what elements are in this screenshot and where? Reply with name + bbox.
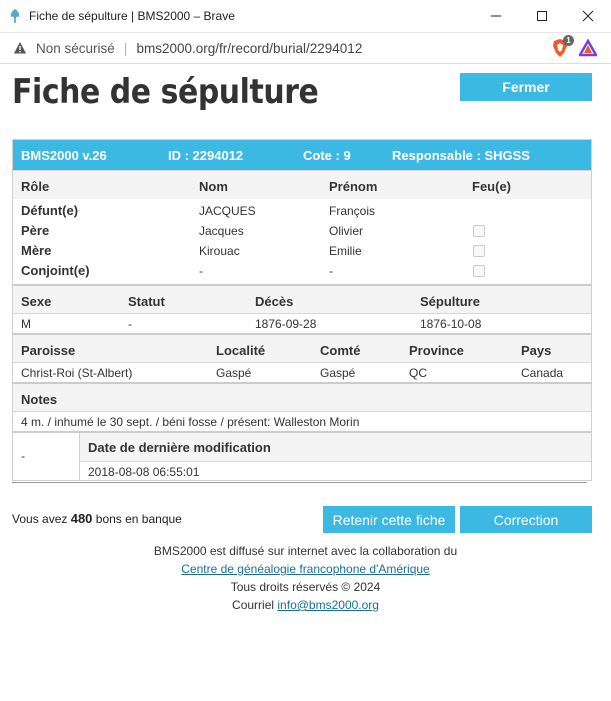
credits-prefix: Vous avez xyxy=(12,512,68,526)
brave-shields-icon[interactable]: 1 xyxy=(551,35,574,58)
col-comte: Comté xyxy=(320,343,361,358)
tree-favicon-icon xyxy=(7,8,23,24)
person-role: Conjoint(e) xyxy=(21,263,90,278)
col-deces: Décès xyxy=(255,294,294,309)
footer-contact: Courriel info@bms2000.org xyxy=(0,596,611,614)
correction-button[interactable]: Correction xyxy=(460,506,592,533)
record-responsable: Responsable : SHGSS xyxy=(392,148,530,163)
shields-count-badge: 1 xyxy=(563,35,574,46)
credits-text: Vous avez 480 bons en banque xyxy=(12,511,182,526)
footer-copyright: Tous droits réservés © 2024 xyxy=(230,580,381,594)
pays-value: Canada xyxy=(521,366,564,380)
person-nom: Kirouac xyxy=(199,244,240,258)
comte-value: Gaspé xyxy=(320,366,356,380)
col-province: Province xyxy=(409,343,464,358)
section-divider xyxy=(12,482,587,483)
record-cote: Cote : 9 xyxy=(303,148,351,163)
modification-right-cell: Date de dernière modification 2018-08-08… xyxy=(80,433,591,480)
statut-value: - xyxy=(128,317,132,331)
col-sexe: Sexe xyxy=(21,294,52,309)
person-row: Défunt(e) JACQUES François xyxy=(13,201,591,221)
modification-date: 2018-08-08 06:55:01 xyxy=(88,465,200,479)
cgfa-link[interactable]: Centre de généalogie francophone d'Améri… xyxy=(181,562,429,576)
sexe-value: M xyxy=(21,317,31,331)
col-prenom: Prénom xyxy=(329,179,378,194)
person-prenom: François xyxy=(329,204,376,218)
person-row: Mère Kirouac Emilie xyxy=(13,241,591,261)
url-text[interactable]: bms2000.org/fr/record/burial/2294012 xyxy=(136,41,551,56)
province-value: QC xyxy=(409,366,427,380)
modification-left-cell: - xyxy=(13,433,80,480)
col-pays: Pays xyxy=(521,343,552,358)
feu-checkbox[interactable] xyxy=(473,225,485,237)
page-content: Fiche de sépulture Fermer BMS2000 v.26 I… xyxy=(0,64,611,701)
feu-checkbox[interactable] xyxy=(473,245,485,257)
col-localite: Localité xyxy=(216,343,266,358)
email-link[interactable]: info@bms2000.org xyxy=(277,598,379,612)
address-bar[interactable]: Non sécurisé | bms2000.org/fr/record/bur… xyxy=(0,33,611,64)
person-role: Défunt(e) xyxy=(21,203,79,218)
credits-suffix: bons en banque xyxy=(95,512,182,526)
notes-header-row: Notes xyxy=(13,382,591,411)
window-title: Fiche de sépulture | BMS2000 – Brave xyxy=(29,9,235,23)
modification-header-row: Date de dernière modification xyxy=(80,433,591,461)
place-data-row: Christ-Roi (St-Albert) Gaspé Gaspé QC Ca… xyxy=(13,362,591,382)
person-prenom: - xyxy=(329,264,333,278)
col-nom: Nom xyxy=(199,179,228,194)
notes-value: 4 m. / inhumé le 30 sept. / béni fosse /… xyxy=(21,415,360,429)
place-header-row: Paroisse Localité Comté Province Pays xyxy=(13,333,591,362)
feu-checkbox[interactable] xyxy=(473,265,485,277)
brave-rewards-icon[interactable] xyxy=(577,38,599,57)
person-prenom: Olivier xyxy=(329,224,364,238)
person-role: Père xyxy=(21,223,50,238)
col-paroisse: Paroisse xyxy=(21,343,76,358)
person-row: Père Jacques Olivier xyxy=(13,221,591,241)
close-window-button[interactable] xyxy=(565,0,611,33)
modification-block: - Date de dernière modification 2018-08-… xyxy=(13,431,591,480)
credits-amount: 480 xyxy=(70,511,93,526)
col-sepulture: Sépulture xyxy=(420,294,480,309)
col-feu: Feu(e) xyxy=(472,179,511,194)
warning-icon[interactable] xyxy=(12,40,28,56)
notes-header: Notes xyxy=(21,392,58,407)
sepulture-value: 1876-10-08 xyxy=(420,317,482,331)
person-prenom: Emilie xyxy=(329,244,362,258)
vital-header-row: Sexe Statut Décès Sépulture xyxy=(13,284,591,313)
record-version: BMS2000 v.26 xyxy=(21,148,107,163)
footer-collaboration: BMS2000 est diffusé sur internet avec la… xyxy=(153,544,458,558)
notes-data-row: 4 m. / inhumé le 30 sept. / béni fosse /… xyxy=(13,411,591,431)
persons-header-row: Rôle Nom Prénom Feu(e) xyxy=(13,170,591,199)
person-nom: - xyxy=(199,264,203,278)
paroisse-value: Christ-Roi (St-Albert) xyxy=(21,366,133,380)
page-footer: BMS2000 est diffusé sur internet avec la… xyxy=(0,542,611,614)
footer-email-label: Courriel xyxy=(232,598,275,612)
close-record-button[interactable]: Fermer xyxy=(460,73,592,101)
modification-date-row: 2018-08-08 06:55:01 xyxy=(80,461,591,481)
window-titlebar: Fiche de sépulture | BMS2000 – Brave xyxy=(0,0,611,33)
localite-value: Gaspé xyxy=(216,366,252,380)
page-title: Fiche de sépulture xyxy=(12,72,319,112)
person-nom: Jacques xyxy=(199,224,244,238)
minimize-button[interactable] xyxy=(473,0,519,33)
person-row: Conjoint(e) - - xyxy=(13,261,591,281)
person-role: Mère xyxy=(21,243,52,258)
record-id: ID : 2294012 xyxy=(168,148,244,163)
burial-record: BMS2000 v.26 ID : 2294012 Cote : 9 Respo… xyxy=(12,139,592,481)
vital-data-row: M - 1876-09-28 1876-10-08 xyxy=(13,313,591,333)
deces-value: 1876-09-28 xyxy=(255,317,317,331)
col-statut: Statut xyxy=(128,294,165,309)
col-role: Rôle xyxy=(21,179,50,194)
person-nom: JACQUES xyxy=(199,204,256,218)
address-separator: | xyxy=(123,40,128,56)
not-secure-label[interactable]: Non sécurisé xyxy=(36,41,115,56)
modification-left-value: - xyxy=(21,449,25,463)
save-record-button[interactable]: Retenir cette fiche xyxy=(323,506,455,533)
record-header: BMS2000 v.26 ID : 2294012 Cote : 9 Respo… xyxy=(13,140,591,170)
modification-header: Date de dernière modification xyxy=(88,440,271,455)
maximize-button[interactable] xyxy=(519,0,565,33)
